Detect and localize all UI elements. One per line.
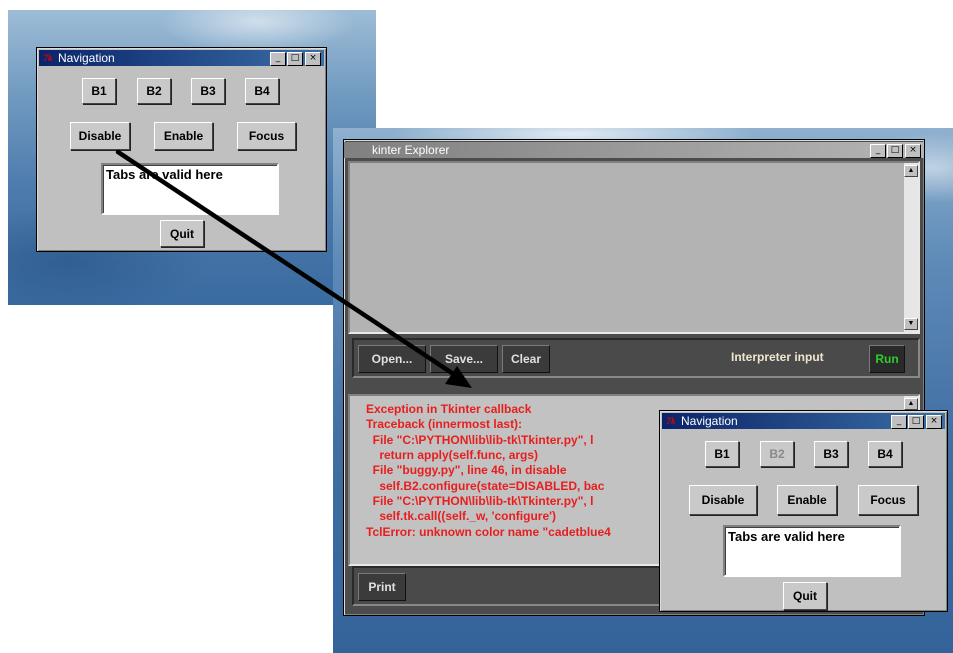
window-title: Navigation (681, 414, 738, 428)
focus-button[interactable]: Focus (237, 122, 296, 150)
quit-button[interactable]: Quit (783, 582, 827, 610)
minimize-icon[interactable]: _ (870, 144, 886, 158)
close-icon[interactable]: × (905, 144, 921, 158)
title-bar[interactable]: 7k Navigation _ □ × (662, 413, 945, 429)
output-line: self.tk.call((self._w, 'configure') (366, 509, 556, 523)
disable-button[interactable]: Disable (689, 485, 757, 515)
title-bar[interactable]: 7k Navigation _ □ × (39, 50, 324, 66)
output-line: Exception in Tkinter callback (366, 402, 532, 416)
clear-button[interactable]: Clear (502, 345, 550, 373)
window-title: kinter Explorer (372, 143, 450, 157)
print-button[interactable]: Print (358, 573, 406, 601)
scroll-up-icon[interactable]: ▲ (904, 165, 918, 177)
output-line: self.B2.configure(state=DISABLED, bac (366, 479, 605, 493)
output-line: Traceback (innermost last): (366, 417, 523, 431)
focus-button[interactable]: Focus (858, 485, 918, 515)
run-button[interactable]: Run (869, 345, 905, 373)
close-icon[interactable]: × (926, 415, 942, 429)
b3-button[interactable]: B3 (814, 441, 848, 467)
interpreter-input-area[interactable]: ▲ ▼ (348, 161, 920, 334)
output-line: TclError: unknown color name "cadetblue4 (366, 525, 611, 539)
maximize-icon[interactable]: □ (887, 144, 903, 158)
output-line: File "C:\PYTHON\lib\lib-tk\Tkinter.py", … (366, 433, 594, 447)
maximize-icon[interactable]: □ (908, 415, 924, 429)
b1-button[interactable]: B1 (82, 78, 116, 104)
output-line: File "buggy.py", line 46, in disable (366, 463, 567, 477)
b3-button[interactable]: B3 (191, 78, 225, 104)
save-button[interactable]: Save... (430, 345, 498, 373)
b4-button[interactable]: B4 (868, 441, 902, 467)
enable-button[interactable]: Enable (777, 485, 837, 515)
b2-button[interactable]: B2 (137, 78, 171, 104)
window-title: Navigation (58, 51, 115, 65)
close-icon[interactable]: × (305, 52, 321, 66)
input-scrollbar[interactable]: ▲ ▼ (904, 163, 918, 332)
interpreter-input-label: Interpreter input (731, 350, 824, 364)
navigation-window-before: 7k Navigation _ □ × B1 B2 B3 B4 Disable … (36, 47, 327, 252)
scroll-up-icon[interactable]: ▲ (904, 398, 918, 410)
b4-button[interactable]: B4 (245, 78, 279, 104)
maximize-icon[interactable]: □ (287, 52, 303, 66)
output-line: return apply(self.func, args) (366, 448, 539, 462)
text-entry[interactable]: Tabs are valid here (723, 525, 901, 577)
b2-button-disabled: B2 (760, 441, 794, 467)
tk-app-icon: 7k (666, 416, 676, 426)
b1-button[interactable]: B1 (705, 441, 739, 467)
minimize-icon[interactable]: _ (270, 52, 286, 66)
tk-app-icon: 7k (43, 53, 53, 63)
disable-button[interactable]: Disable (70, 122, 130, 150)
quit-button[interactable]: Quit (160, 220, 204, 247)
text-entry[interactable]: Tabs are valid here (101, 163, 279, 215)
enable-button[interactable]: Enable (154, 122, 213, 150)
scroll-down-icon[interactable]: ▼ (904, 318, 918, 330)
open-button[interactable]: Open... (358, 345, 426, 373)
title-bar[interactable]: kinter Explorer _ □ × (344, 142, 924, 158)
output-line: File "C:\PYTHON\lib\lib-tk\Tkinter.py", … (366, 494, 594, 508)
minimize-icon[interactable]: _ (891, 415, 907, 429)
navigation-window-after: 7k Navigation _ □ × B1 B2 B3 B4 Disable … (659, 410, 948, 612)
